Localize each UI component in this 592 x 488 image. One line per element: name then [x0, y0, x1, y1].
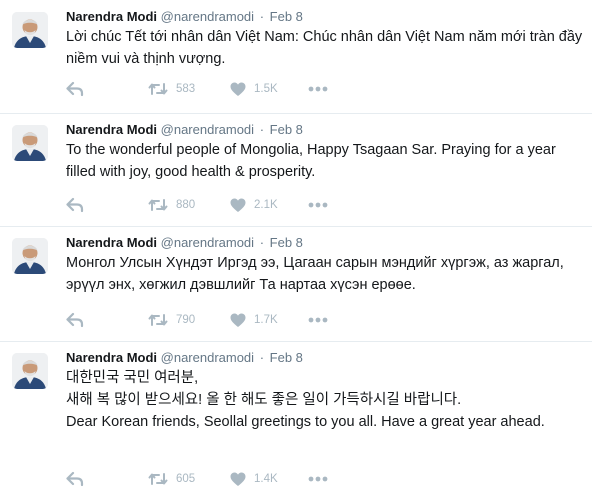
avatar-image [12, 353, 48, 389]
retweet-button[interactable]: 605 [148, 470, 195, 488]
reply-arrow-icon [66, 81, 84, 97]
username[interactable]: @narendramodi [161, 9, 254, 24]
retweet-icon [148, 473, 168, 485]
tweet-text: 대한민국 국민 여러분, 새해 복 많이 받으세요! 올 한 해도 좋은 일이 … [66, 370, 545, 430]
avatar-image [12, 238, 48, 274]
separator-dot: · [259, 235, 265, 250]
retweet-count: 583 [176, 83, 196, 95]
separator-dot: · [259, 9, 265, 24]
username[interactable]: @narendramodi [161, 122, 254, 137]
avatar-image [12, 12, 48, 48]
like-count: 1.7K [254, 314, 278, 326]
like-count: 1.4K [254, 473, 278, 485]
retweet-count: 880 [176, 199, 196, 211]
tweet[interactable]: Narendra Modi @narendramodi · Feb 8 대한민국… [0, 341, 592, 487]
display-name[interactable]: Narendra Modi [66, 235, 157, 250]
timestamp[interactable]: Feb 8 [270, 235, 303, 250]
like-button[interactable]: 1.4K [230, 470, 278, 488]
tweet-actions: 605 1.4K [66, 470, 366, 488]
more-button[interactable] [308, 196, 328, 214]
more-dots-icon [308, 476, 328, 482]
tweet-actions: 880 2.1K [66, 196, 366, 214]
like-button[interactable]: 1.7K [230, 311, 278, 329]
tweet-timeline: Narendra Modi @narendramodi · Feb 8 Lời … [0, 0, 592, 487]
retweet-button[interactable]: 790 [148, 311, 195, 329]
reply-button[interactable] [66, 311, 84, 329]
retweet-button[interactable]: 583 [148, 80, 195, 98]
retweet-count: 790 [176, 314, 196, 326]
more-dots-icon [308, 317, 328, 323]
timestamp[interactable]: Feb 8 [270, 350, 303, 365]
tweet-actions: 790 1.7K [66, 311, 366, 329]
tweet-text: Монгол Улсын Хүндэт Иргэд ээ, Цагаан сар… [66, 255, 564, 293]
tweet-text: Lời chúc Tết tới nhân dân Việt Nam: Chúc… [66, 29, 583, 67]
like-count: 1.5K [254, 83, 278, 95]
tweet[interactable]: Narendra Modi @narendramodi · Feb 8 Lời … [0, 0, 592, 114]
tweet[interactable]: Narendra Modi @narendramodi · Feb 8 Монг… [0, 226, 592, 342]
separator-dot: · [259, 122, 265, 137]
timestamp[interactable]: Feb 8 [270, 9, 303, 24]
timestamp[interactable]: Feb 8 [270, 122, 303, 137]
more-dots-icon [308, 86, 328, 92]
avatar[interactable] [12, 238, 48, 274]
heart-icon [230, 313, 246, 327]
tweet-header: Narendra Modi @narendramodi · Feb 8 [66, 350, 303, 366]
avatar[interactable] [12, 125, 48, 161]
retweet-icon [148, 83, 168, 95]
reply-arrow-icon [66, 197, 84, 213]
heart-icon [230, 82, 246, 96]
tweet-text: To the wonderful people of Mongolia, Hap… [66, 142, 556, 180]
reply-arrow-icon [66, 312, 84, 328]
username[interactable]: @narendramodi [161, 235, 254, 250]
avatar[interactable] [12, 12, 48, 48]
like-button[interactable]: 2.1K [230, 196, 278, 214]
display-name[interactable]: Narendra Modi [66, 122, 157, 137]
username[interactable]: @narendramodi [161, 350, 254, 365]
reply-arrow-icon [66, 471, 84, 487]
tweet-header: Narendra Modi @narendramodi · Feb 8 [66, 9, 303, 25]
more-button[interactable] [308, 80, 328, 98]
retweet-button[interactable]: 880 [148, 196, 195, 214]
reply-button[interactable] [66, 80, 84, 98]
like-button[interactable]: 1.5K [230, 80, 278, 98]
display-name[interactable]: Narendra Modi [66, 9, 157, 24]
more-button[interactable] [308, 470, 328, 488]
tweet[interactable]: Narendra Modi @narendramodi · Feb 8 To t… [0, 113, 592, 227]
avatar[interactable] [12, 353, 48, 389]
heart-icon [230, 198, 246, 212]
tweet-actions: 583 1.5K [66, 80, 366, 98]
more-dots-icon [308, 202, 328, 208]
heart-icon [230, 472, 246, 486]
like-count: 2.1K [254, 199, 278, 211]
reply-button[interactable] [66, 196, 84, 214]
retweet-icon [148, 314, 168, 326]
retweet-icon [148, 199, 168, 211]
tweet-header: Narendra Modi @narendramodi · Feb 8 [66, 122, 303, 138]
tweet-header: Narendra Modi @narendramodi · Feb 8 [66, 235, 303, 251]
separator-dot: · [259, 350, 265, 365]
avatar-image [12, 125, 48, 161]
display-name[interactable]: Narendra Modi [66, 350, 157, 365]
retweet-count: 605 [176, 473, 196, 485]
reply-button[interactable] [66, 470, 84, 488]
more-button[interactable] [308, 311, 328, 329]
